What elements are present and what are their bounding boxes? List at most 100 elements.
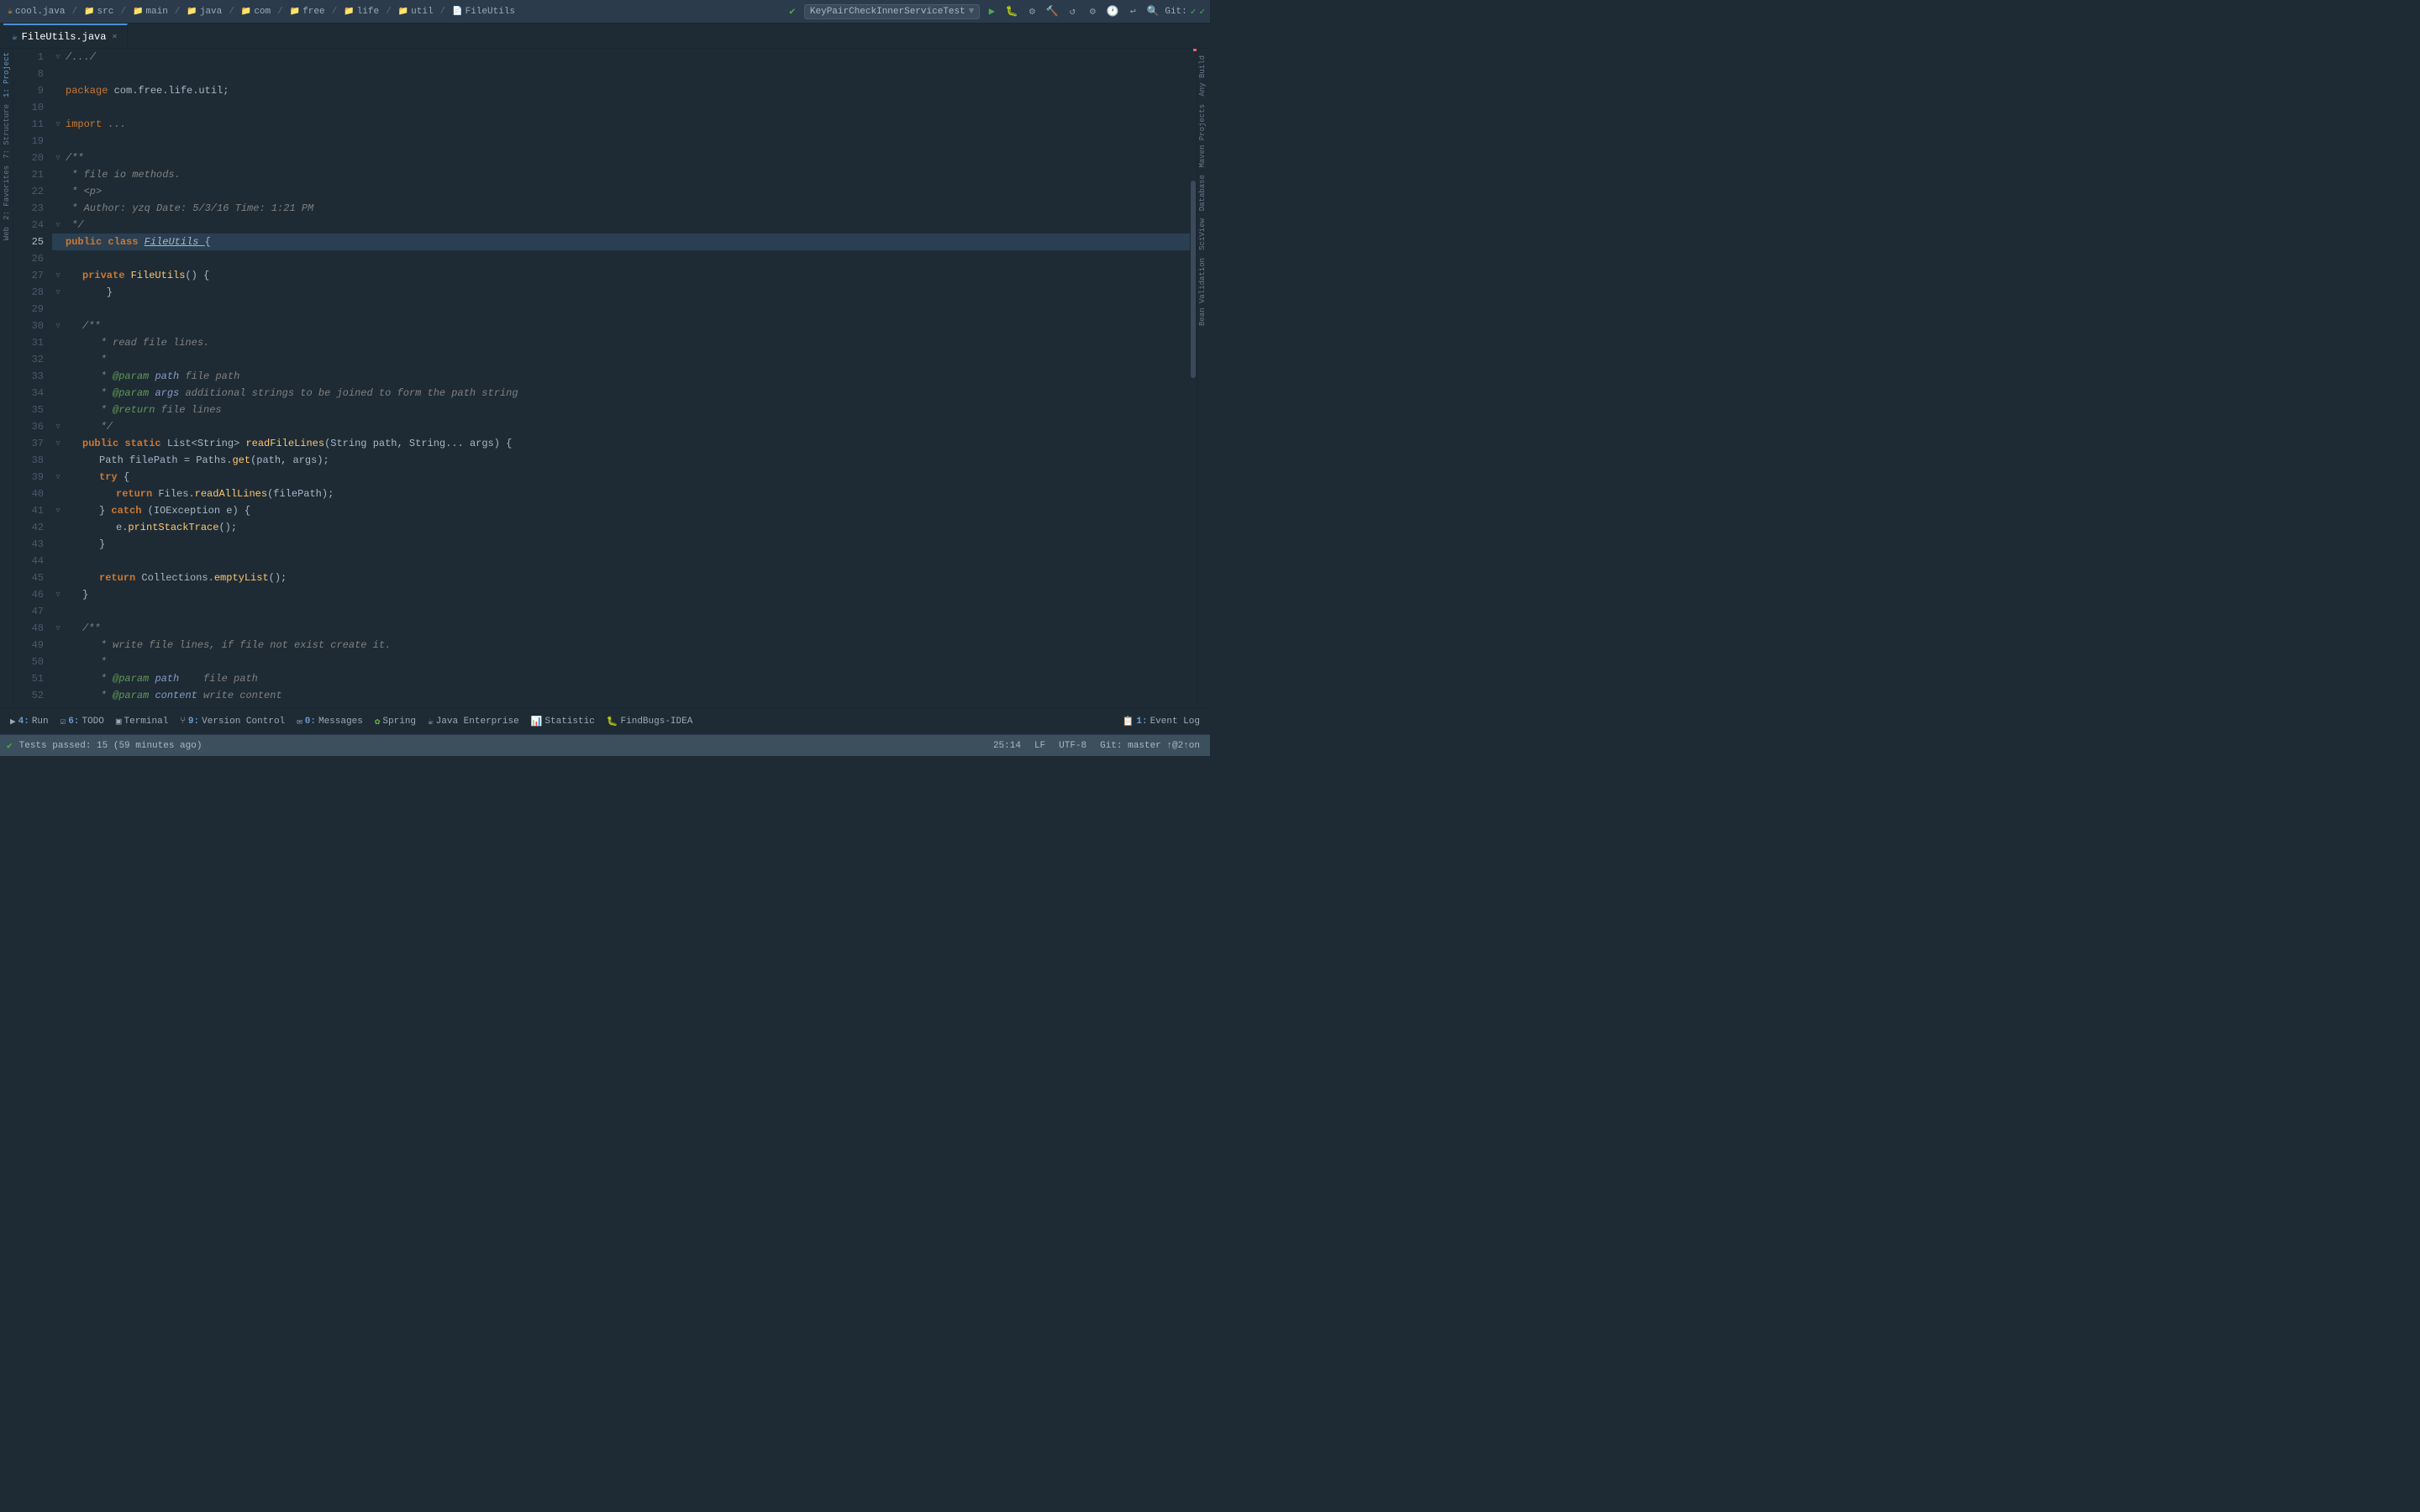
folder-icon: 📁 xyxy=(133,7,143,17)
fold-20[interactable]: ▽ xyxy=(52,152,64,164)
run-config-area: ✔ KeyPairCheckInnerServiceTest ▼ ▶ 🐛 ⚙ 🔨… xyxy=(784,3,1205,20)
check-icon[interactable]: ✔ xyxy=(784,3,801,20)
tool-todo[interactable]: ☑ 6: TODO xyxy=(55,713,109,730)
code-line-8 xyxy=(52,66,1190,82)
panel-bean-validation[interactable]: Bean Validation xyxy=(1197,255,1210,329)
code-line-52: * @param content write content xyxy=(52,687,1190,704)
undo-button[interactable]: ↩ xyxy=(1124,3,1141,20)
panel-database[interactable]: Database xyxy=(1197,171,1210,214)
test-status-text[interactable]: Tests passed: 15 (59 minutes ago) xyxy=(16,740,206,752)
panel-maven[interactable]: Maven Projects xyxy=(1197,101,1210,171)
tool-java-enterprise[interactable]: ☕ Java Enterprise xyxy=(423,713,524,730)
code-editor[interactable]: ▽ /.../ package com.free.life.util ; ▽ i… xyxy=(49,49,1190,707)
line-separator[interactable]: LF xyxy=(1031,740,1049,752)
code-line-27: ▽ private FileUtils () { xyxy=(52,267,1190,284)
tab-fileutils[interactable]: ☕ FileUtils.java ✕ xyxy=(3,24,128,48)
fold-41[interactable]: ▽ xyxy=(52,505,64,517)
breadcrumb-java[interactable]: ☕ cool.java xyxy=(5,6,67,18)
tool-findbugs[interactable]: 🐛 FindBugs-IDEA xyxy=(602,713,698,730)
sidebar-structure[interactable]: 7: Structure xyxy=(2,101,12,162)
sidebar-project[interactable]: 1: Project xyxy=(2,49,12,101)
tool-run[interactable]: ▶ 4: Run xyxy=(5,713,54,730)
folder-icon: 📁 xyxy=(344,7,354,17)
breadcrumb-fileutils[interactable]: 📄 FileUtils xyxy=(450,6,518,18)
breadcrumb-src[interactable]: 📁 src xyxy=(82,6,116,18)
tab-close-button[interactable]: ✕ xyxy=(110,31,118,43)
git-branch[interactable]: Git: master ↑@2↑on xyxy=(1097,740,1203,752)
java-enterprise-icon: ☕ xyxy=(428,716,434,727)
code-line-10 xyxy=(52,99,1190,116)
code-line-41: ▽ } catch ( IOException e) { xyxy=(52,502,1190,519)
vcs-icon: ⑂ xyxy=(180,717,186,727)
line-col[interactable]: 25:14 xyxy=(990,740,1024,752)
sidebar-favorites[interactable]: 2: Favorites xyxy=(2,162,12,223)
build-button[interactable]: 🔨 xyxy=(1044,3,1060,20)
code-line-49: * write file lines, if file not exist cr… xyxy=(52,637,1190,654)
code-line-25: public class FileUtils { xyxy=(52,234,1190,250)
code-line-1: ▽ /.../ xyxy=(52,49,1190,66)
sidebar-web[interactable]: Web xyxy=(2,223,12,244)
panel-sciview[interactable]: SciView xyxy=(1197,215,1210,254)
breadcrumb-life[interactable]: 📁 life xyxy=(341,6,381,18)
breadcrumb-free[interactable]: 📁 free xyxy=(287,6,328,18)
fold-48[interactable]: ▽ xyxy=(52,622,64,634)
code-line-51: * @param path file path xyxy=(52,670,1190,687)
messages-icon: ✉ xyxy=(297,716,302,727)
tool-messages[interactable]: ✉ 0: Messages xyxy=(292,713,368,730)
code-line-36: ▽ */ xyxy=(52,418,1190,435)
breadcrumb-util[interactable]: 📁 util xyxy=(396,6,436,18)
code-line-28: ▽ } xyxy=(52,284,1190,301)
main-layout: 1: Project 7: Structure 2: Favorites Web… xyxy=(0,49,1210,707)
fold-1[interactable]: ▽ xyxy=(52,51,64,63)
code-line-11: ▽ import ... xyxy=(52,116,1190,133)
encoding[interactable]: UTF-8 xyxy=(1055,740,1090,752)
scroll-thumb[interactable] xyxy=(1191,181,1196,378)
code-line-26 xyxy=(52,250,1190,267)
fold-39[interactable]: ▽ xyxy=(52,471,64,483)
code-line-32: * xyxy=(52,351,1190,368)
breadcrumb-com[interactable]: 📁 com xyxy=(239,6,273,18)
tool-event-log[interactable]: 📋 1: Event Log xyxy=(1118,713,1205,730)
fold-11[interactable]: ▽ xyxy=(52,118,64,130)
fold-46[interactable]: ▽ xyxy=(52,589,64,601)
run-config-select[interactable]: KeyPairCheckInnerServiceTest ▼ xyxy=(804,4,980,19)
breadcrumb-java2[interactable]: 📁 java xyxy=(184,6,224,18)
bottom-toolbar: ▶ 4: Run ☑ 6: TODO ▣ Terminal ⑂ 9: Versi… xyxy=(0,707,1210,734)
code-line-34: * @param args additional strings to be j… xyxy=(52,385,1190,402)
folder-icon: 📁 xyxy=(290,7,300,17)
status-left: ✔ Tests passed: 15 (59 minutes ago) xyxy=(7,740,985,752)
tool-terminal[interactable]: ▣ Terminal xyxy=(111,713,173,730)
fold-30[interactable]: ▽ xyxy=(52,320,64,332)
tool-vcs[interactable]: ⑂ 9: Version Control xyxy=(175,714,290,729)
run-button[interactable]: ▶ xyxy=(983,3,1000,20)
coverage-button[interactable]: ⚙ xyxy=(1023,3,1040,20)
terminal-icon: ▣ xyxy=(116,716,122,727)
test-status-icon: ✔ xyxy=(7,740,13,752)
git-check1: ✓ xyxy=(1191,6,1197,18)
code-line-23: * Author: yzq Date: 5/3/16 Time: 1:21 PM xyxy=(52,200,1190,217)
code-line-47 xyxy=(52,603,1190,620)
history-button[interactable]: 🕐 xyxy=(1104,3,1121,20)
breadcrumb-java-label: cool.java xyxy=(15,7,65,17)
breadcrumb-main[interactable]: 📁 main xyxy=(130,6,171,18)
fold-28[interactable]: ▽ xyxy=(52,286,64,298)
tool-spring[interactable]: ✿ Spring xyxy=(370,713,421,730)
rebuild-button[interactable]: ↺ xyxy=(1064,3,1081,20)
event-log-icon: 📋 xyxy=(1123,716,1134,727)
search-button[interactable]: 🔍 xyxy=(1144,3,1161,20)
code-line-20: ▽ /** xyxy=(52,150,1190,166)
spring-icon: ✿ xyxy=(375,716,381,727)
folder-icon: 📁 xyxy=(398,7,408,17)
debug-button[interactable]: 🐛 xyxy=(1003,3,1020,20)
left-sidebar: 1: Project 7: Structure 2: Favorites Web xyxy=(0,49,13,707)
fold-24[interactable]: ▽ xyxy=(52,219,64,231)
tool-statistic[interactable]: 📊 Statistic xyxy=(526,713,600,730)
code-line-38: Path filePath = Paths . get (path, args)… xyxy=(52,452,1190,469)
fold-27[interactable]: ▽ xyxy=(52,270,64,281)
scrollbar[interactable] xyxy=(1190,49,1197,707)
fold-37[interactable]: ▽ xyxy=(52,438,64,449)
todo-icon: ☑ xyxy=(60,716,66,727)
fold-36[interactable]: ▽ xyxy=(52,421,64,433)
settings-button[interactable]: ⚙ xyxy=(1084,3,1101,20)
panel-any-build[interactable]: Any Build xyxy=(1197,52,1210,100)
